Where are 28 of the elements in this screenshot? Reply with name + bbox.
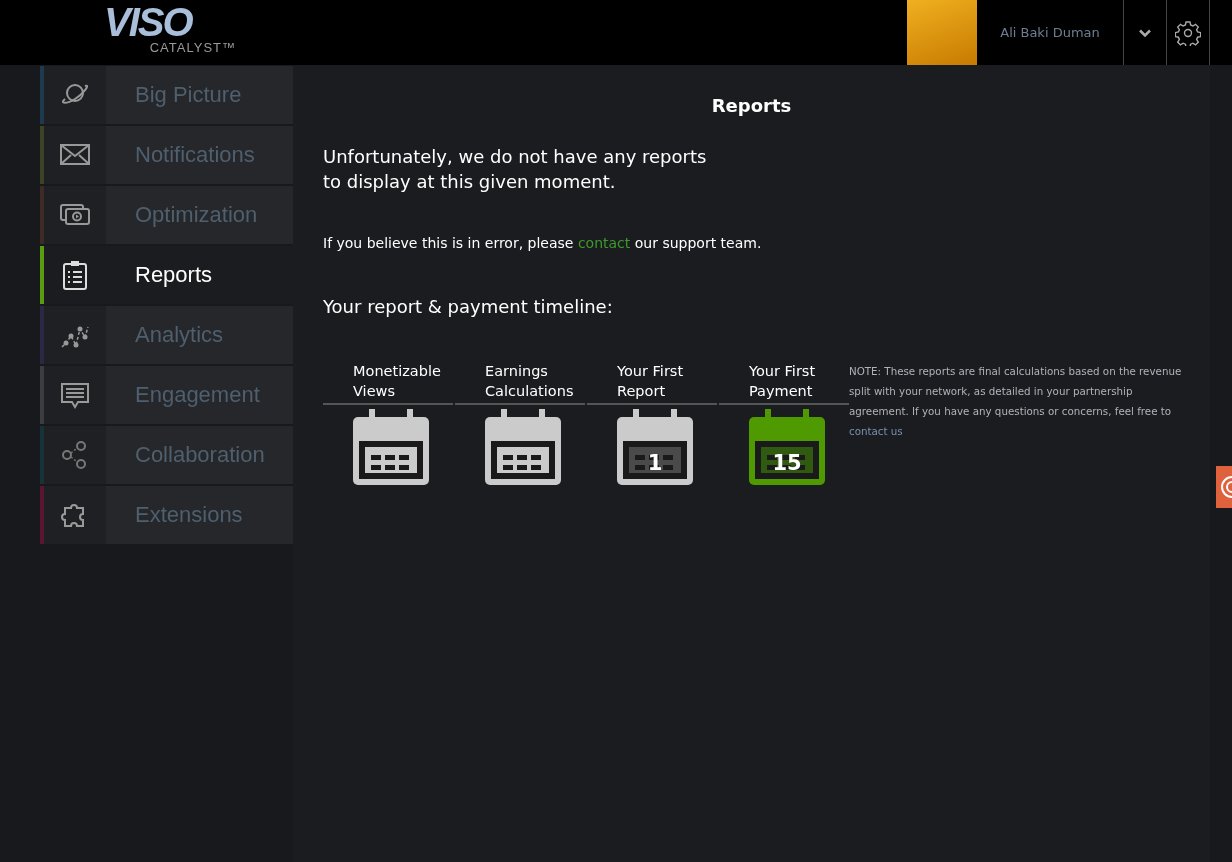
- error-help-text: If you believe this is in error, please contact our support team.: [323, 235, 763, 251]
- sidebar-item[interactable]: Reports: [40, 246, 293, 304]
- logo-wordmark: VISO: [104, 2, 192, 42]
- calendar-day-number: 1: [646, 450, 664, 477]
- chevron-down-icon: [1139, 28, 1151, 37]
- contact-link[interactable]: contact: [577, 235, 631, 251]
- contact-us-link[interactable]: contact us: [849, 425, 903, 437]
- page-title: Reports: [710, 95, 793, 116]
- sidebar-item[interactable]: Big Picture: [40, 66, 293, 124]
- timeline-step-label: Earnings Calculations: [455, 361, 585, 405]
- timeline-step-label: Your First Payment: [719, 361, 849, 405]
- swirl-icon: [1218, 475, 1232, 499]
- sidebar-item[interactable]: Analytics: [40, 306, 293, 364]
- avatar-placeholder: [907, 0, 977, 65]
- timeline-heading: Your report & payment timeline:: [323, 296, 614, 317]
- sidebar-item[interactable]: Extensions: [40, 486, 293, 544]
- sidebar-item[interactable]: Notifications: [40, 126, 293, 184]
- timeline-step-label: Your First Report: [587, 361, 717, 405]
- empty-message: Unfortunately, we do not have any reports to display at this given moment.: [323, 145, 708, 194]
- side-widget-button[interactable]: [1216, 466, 1232, 508]
- sidebar-item[interactable]: Optimization: [40, 186, 293, 244]
- settings-icon: [1175, 19, 1201, 46]
- timeline-step-label: Monetizable Views: [323, 361, 453, 405]
- logo-tagline: CATALYST™: [149, 40, 236, 55]
- sidebar-item[interactable]: Collaboration: [40, 426, 293, 484]
- sidebar-item[interactable]: Engagement: [40, 366, 293, 424]
- note-text: NOTE: These reports are final calculations based on the revenue split with your network, as detailed in your partnership agreement. If you have any questions or concerns, feel free to contact us: [849, 364, 1183, 439]
- calendar-day-number: 15: [771, 450, 803, 477]
